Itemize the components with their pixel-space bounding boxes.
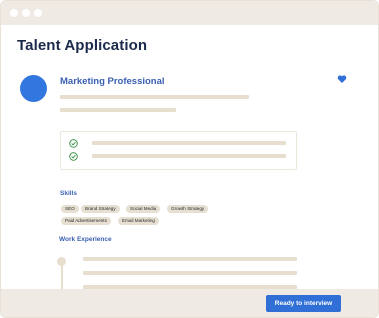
skill-chip: SEO	[61, 205, 79, 213]
skill-chip: Email Marketing	[118, 217, 159, 225]
page-title: Talent Application	[17, 37, 148, 54]
window-titlebar	[1, 1, 378, 25]
checklist-placeholder-line	[92, 141, 286, 145]
skill-chip: Social Media	[126, 205, 161, 213]
skill-chip: Brand Strategy	[81, 205, 120, 213]
ready-to-interview-button[interactable]: Ready to interview	[266, 295, 341, 312]
heart-icon[interactable]	[337, 74, 347, 84]
app-window: Talent Application Marketing Professiona…	[0, 0, 379, 318]
skill-chip: Paid Advertisements	[61, 217, 111, 225]
experience-placeholder-line	[83, 257, 297, 261]
requirements-checklist	[60, 131, 297, 170]
skill-chip: Growth Strategy	[167, 205, 209, 213]
summary-placeholder-line	[60, 108, 176, 112]
timeline-dot	[57, 257, 66, 266]
skills-heading: Skills	[60, 190, 77, 197]
summary-placeholder-line	[60, 95, 249, 99]
window-control-dot[interactable]	[22, 9, 30, 17]
window-control-dot[interactable]	[10, 9, 18, 17]
avatar	[20, 75, 47, 102]
window-control-dot[interactable]	[34, 9, 42, 17]
profile-title: Marketing Professional	[60, 76, 165, 87]
work-experience-heading: Work Experience	[59, 236, 112, 243]
check-circle-icon	[69, 152, 78, 161]
experience-placeholder-line	[83, 271, 297, 275]
checklist-placeholder-line	[92, 154, 286, 158]
check-circle-icon	[69, 139, 78, 148]
